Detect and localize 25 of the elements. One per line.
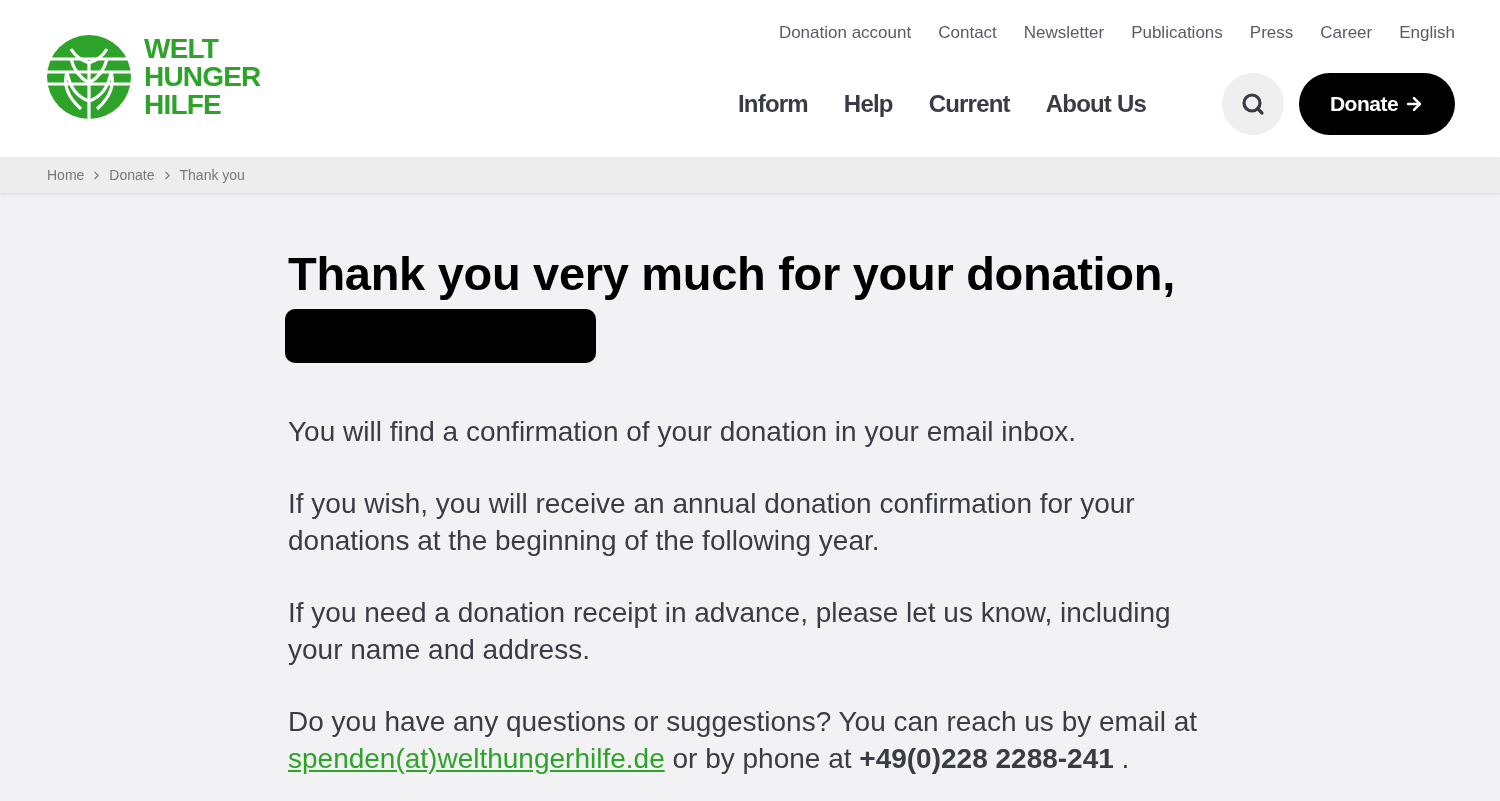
top-nav-link[interactable]: Contact — [938, 22, 997, 44]
donate-button[interactable]: Donate — [1299, 73, 1455, 135]
body-paragraph: If you need a donation receipt in advance, please let us know, including your name and address. — [288, 596, 1172, 667]
logo-text: HUNGER — [144, 63, 261, 91]
top-nav-link[interactable]: Newsletter — [1023, 22, 1105, 44]
body-paragraph: You will find a confirmation of your donation in your email inbox. — [288, 415, 1078, 449]
breadcrumb-link[interactable]: Donate — [109, 167, 155, 183]
contact-paragraph: Do you have any questions or suggestions? You can reach us by email at spenden(at)welthungerhilfe.de or by phone at +49(0)228 2288-241 . — [288, 705, 1199, 776]
body-paragraph: If you wish, you will receive an annual donation confirmation for your donations at the beginning of the following year. — [288, 487, 1136, 558]
top-nav-link[interactable]: Career — [1320, 22, 1373, 44]
page-heading: Thank you very much for your donation, — [288, 246, 1176, 302]
logo-text: HILFE — [144, 91, 222, 119]
top-nav-link[interactable]: English — [1399, 22, 1455, 44]
breadcrumb-link[interactable]: Home — [47, 167, 85, 183]
logo-icon — [47, 35, 131, 119]
main-nav-link[interactable]: Help — [843, 90, 893, 118]
logo-text: WELT — [144, 35, 220, 63]
top-nav-link[interactable]: Press — [1249, 22, 1294, 44]
main-nav-link[interactable]: Inform — [737, 90, 808, 118]
main-nav-link[interactable]: About Us — [1045, 90, 1146, 118]
top-nav-link[interactable]: Publications — [1131, 22, 1223, 44]
top-nav-link[interactable]: Donation account — [778, 22, 912, 44]
search-icon — [1241, 92, 1265, 116]
main-nav-link[interactable]: Current — [928, 90, 1010, 118]
breadcrumb-link[interactable]: Thank you — [179, 167, 245, 183]
